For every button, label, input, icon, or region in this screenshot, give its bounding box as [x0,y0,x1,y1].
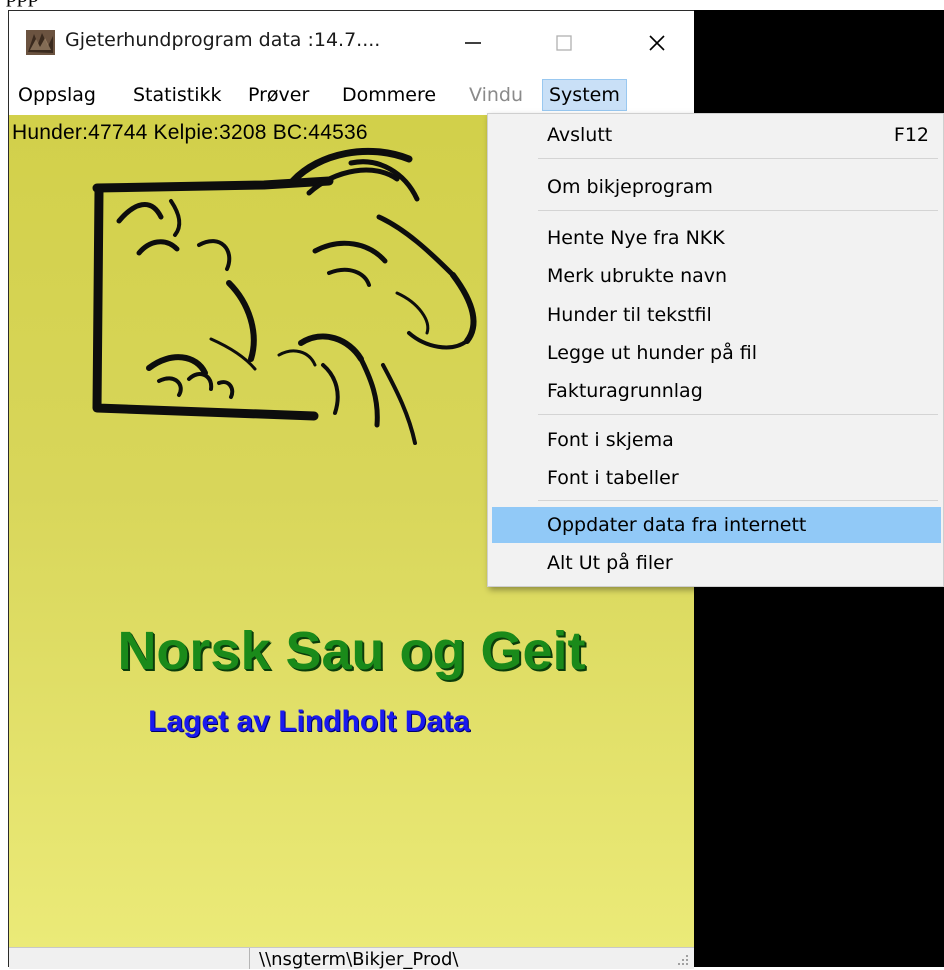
system-menu-dropdown: Avslutt F12 Om bikjeprogram Hente Nye fr… [487,113,944,587]
menu-separator [538,500,938,501]
minimize-button[interactable] [451,25,495,61]
menu-item-label: Merk ubrukte navn [547,265,728,287]
menu-item-alt-ut-pa-filer[interactable]: Alt Ut på filer [492,545,941,581]
menu-item-shortcut: F12 [893,124,929,146]
menu-item-label: Hunder til tekstfil [547,304,712,326]
brand-title: Norsk Sau og Geit [117,621,586,681]
title-bar[interactable]: Gjeterhundprogram data :14.7.... [9,11,694,73]
menu-item-hente-nye-fra-nkk[interactable]: Hente Nye fra NKK [492,220,941,256]
maximize-button[interactable] [542,25,586,61]
app-icon[interactable] [26,30,55,55]
menu-item-merk-ubrukte-navn[interactable]: Merk ubrukte navn [492,258,941,294]
menu-item-label: Alt Ut på filer [547,552,673,574]
menu-statistikk[interactable]: Statistikk [128,80,227,110]
menu-item-label: Fakturagrunnlag [547,380,703,402]
maximize-icon [556,35,572,51]
menu-separator [538,158,938,159]
status-bar: \\nsgterm\Bikjer_Prod\ [9,947,694,970]
minimize-icon [465,42,481,44]
window-title: Gjeterhundprogram data :14.7.... [65,29,381,51]
menu-item-fakturagrunnlag[interactable]: Fakturagrunnlag [492,373,941,409]
menu-item-legge-ut-hunder[interactable]: Legge ut hunder på fil [492,335,941,371]
menu-item-om-bikjeprogram[interactable]: Om bikjeprogram [492,169,941,205]
menu-vindu[interactable]: Vindu [464,80,528,110]
menu-prover[interactable]: Prøver [243,80,314,110]
menu-item-label: Om bikjeprogram [547,176,713,198]
close-icon [649,35,665,51]
menu-dommere[interactable]: Dommere [337,80,441,110]
menu-item-font-i-skjema[interactable]: Font i skjema [492,422,941,458]
sheep-goat-logo [92,147,477,445]
menu-item-oppdater-data[interactable]: Oppdater data fra internett [492,507,941,543]
menu-item-label: Oppdater data fra internett [547,514,807,536]
menu-item-label: Hente Nye fra NKK [547,227,725,249]
status-panel-left [9,948,250,969]
menu-item-label: Font i tabeller [547,467,679,489]
brand-subtitle: Laget av Lindholt Data [148,705,470,738]
menu-item-avslutt[interactable]: Avslutt F12 [492,117,941,153]
menu-item-label: Legge ut hunder på fil [547,342,758,364]
resize-grip-icon[interactable] [676,953,690,967]
menu-oppslag[interactable]: Oppslag [13,80,101,110]
menu-item-label: Font i skjema [547,429,674,451]
menu-item-label: Avslutt [547,124,613,146]
menu-system[interactable]: System [542,79,627,111]
menu-separator [538,414,938,415]
menu-separator [538,210,938,211]
close-button[interactable] [635,25,679,61]
menu-item-font-i-tabeller[interactable]: Font i tabeller [492,460,941,496]
menu-bar: Oppslag Statistikk Prøver Dommere Vindu … [9,75,694,115]
clipped-top-text: ppp [6,0,39,8]
menu-item-hunder-til-tekstfil[interactable]: Hunder til tekstfil [492,297,941,333]
